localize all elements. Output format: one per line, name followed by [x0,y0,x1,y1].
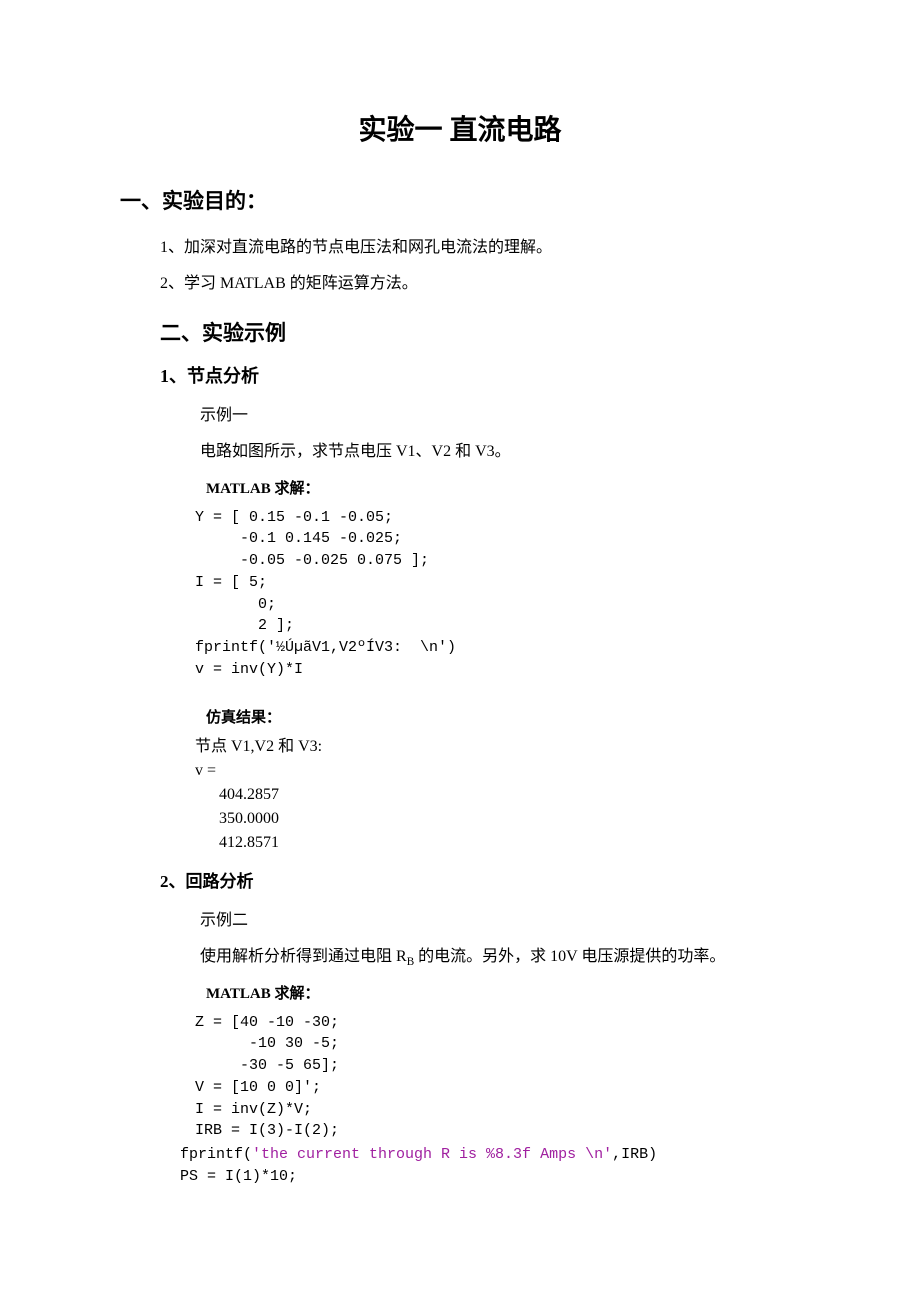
code2-l7c: ,IRB) [612,1146,657,1163]
subsection-2-heading: 2、回路分析 [160,869,800,895]
code2-l3: -30 -5 65]; [195,1057,339,1074]
objective-1: 1、加深对直流电路的节点电压法和网孔电流法的理解。 [160,232,800,264]
example-1-desc: 电路如图所示，求节点电压 V1、V2 和 V3。 [200,436,800,468]
objective-2: 2、学习 MATLAB 的矩阵运算方法。 [160,268,800,300]
subsection-1-heading: 1、节点分析 [160,363,800,390]
code2-l8: PS = I(1)*10; [180,1168,297,1185]
code-block-2b: fprintf('the current through R is %8.3f … [180,1144,800,1188]
result-label-1: 仿真结果： [206,707,800,730]
code2-l7a: fprintf( [180,1146,252,1163]
code-block-2: Z = [40 -10 -30; -10 30 -5; -30 -5 65]; … [195,1012,800,1143]
code2-l5: I = inv(Z)*V; [195,1101,312,1118]
code2-l6: IRB = I(3)-I(2); [195,1122,339,1139]
code2-l2: -10 30 -5; [195,1035,339,1052]
example-1-label: 示例一 [200,400,800,432]
page-title: 实验一 直流电路 [120,110,800,152]
matlab-solve-label-1: MATLAB 求解： [206,478,800,501]
code-block-1: Y = [ 0.15 -0.1 -0.05; -0.1 0.145 -0.025… [195,507,800,681]
result-block-1: 节点 V1,V2 和 V3: v = 404.2857 350.0000 412… [195,735,800,855]
desc-pre: 使用解析分析得到通过电阻 R [200,948,407,965]
section-1-heading: 一、实验目的： [120,186,800,218]
code2-l7b: 'the current through R is %8.3f Amps \n' [252,1146,612,1163]
example-2-label: 示例二 [200,905,800,937]
section-2-heading: 二、实验示例 [160,318,800,350]
matlab-solve-label-2: MATLAB 求解： [206,983,800,1006]
code2-l4: V = [10 0 0]'; [195,1079,321,1096]
code2-l1: Z = [40 -10 -30; [195,1014,339,1031]
document-page: 实验一 直流电路 一、实验目的： 1、加深对直流电路的节点电压法和网孔电流法的理… [0,0,920,1302]
example-2-desc: 使用解析分析得到通过电阻 RB 的电流。另外，求 10V 电压源提供的功率。 [200,941,800,974]
desc-post: 的电流。另外，求 10V 电压源提供的功率。 [414,948,725,965]
